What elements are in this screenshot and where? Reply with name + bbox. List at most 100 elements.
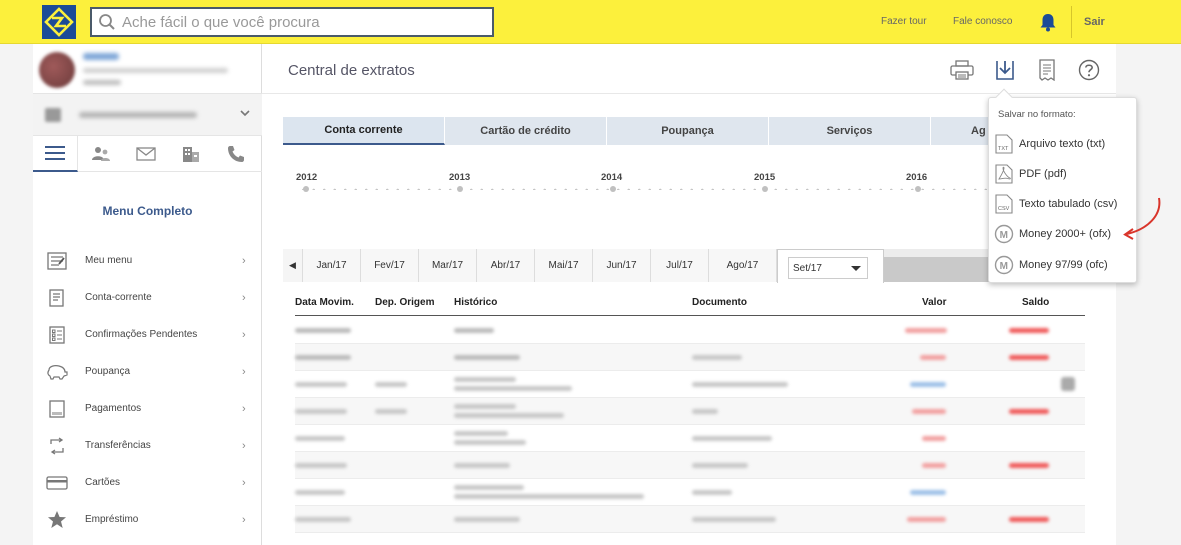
search-input[interactable] — [122, 13, 492, 31]
month-tab-selected[interactable]: Set/17 — [777, 249, 884, 283]
export-pdf-option[interactable]: PDF (pdf) — [989, 159, 1138, 189]
sidebar-item-label: Meu menu — [85, 255, 133, 266]
tab-conta-corrente[interactable]: Conta corrente — [283, 117, 445, 145]
month-tab[interactable]: Abr/17 — [477, 249, 535, 282]
year-label[interactable]: 2014 — [601, 172, 622, 183]
sidebar-item-poupanca[interactable]: Poupança › — [33, 353, 262, 390]
export-option-label: PDF (pdf) — [1019, 168, 1067, 180]
redacted-cell — [692, 409, 718, 414]
receipt-icon[interactable] — [1035, 58, 1059, 82]
hamburger-menu-icon[interactable] — [33, 136, 78, 172]
search-box[interactable] — [90, 7, 494, 37]
year-marker[interactable] — [303, 186, 309, 192]
redacted-cell — [295, 328, 351, 333]
table-row[interactable] — [295, 425, 1085, 452]
table-row[interactable] — [295, 479, 1085, 506]
tab-servicos[interactable]: Serviços — [769, 117, 931, 145]
bank-logo[interactable] — [42, 5, 76, 39]
phone-icon[interactable] — [213, 136, 258, 172]
bank-building-icon — [45, 108, 61, 122]
redacted-cell — [454, 494, 644, 499]
statement-tabs: Conta corrente Cartão de crédito Poupanç… — [283, 117, 1001, 145]
sidebar-item-confirmacoes[interactable]: Confirmações Pendentes › — [33, 316, 262, 353]
month-tab[interactable]: Ago/17 — [709, 249, 777, 282]
printer-icon[interactable] — [950, 58, 974, 82]
table-row[interactable] — [295, 371, 1085, 398]
timeline-track[interactable] — [298, 188, 998, 190]
sidebar-item-pagamentos[interactable]: Pagamentos › — [33, 390, 262, 427]
export-csv-option[interactable]: CSV Texto tabulado (csv) — [989, 189, 1138, 219]
export-ofc-option[interactable]: M Money 97/99 (ofc) — [989, 250, 1138, 280]
redacted-cell — [375, 382, 407, 387]
sidebar-item-meu-menu[interactable]: Meu menu › — [33, 242, 262, 279]
year-label[interactable]: 2016 — [906, 172, 927, 183]
bell-icon[interactable] — [1039, 12, 1057, 37]
redacted-cell — [1009, 517, 1049, 522]
redacted-cell — [454, 463, 510, 468]
account-selector[interactable] — [33, 94, 262, 136]
month-dropdown[interactable]: Set/17 — [788, 257, 868, 279]
redacted-cell — [1009, 328, 1049, 333]
redacted-cell — [454, 355, 520, 360]
export-option-label: Texto tabulado (csv) — [1019, 198, 1118, 210]
export-option-label: Money 2000+ (ofx) — [1019, 228, 1112, 240]
user-profile[interactable] — [33, 44, 262, 94]
branch-building-icon[interactable] — [168, 136, 213, 172]
redacted-cell — [692, 490, 732, 495]
table-row[interactable] — [295, 398, 1085, 425]
sidebar-item-cartoes[interactable]: Cartões › — [33, 464, 262, 501]
table-row[interactable] — [295, 452, 1085, 479]
month-tab[interactable]: Jul/17 — [651, 249, 709, 282]
redacted-cell — [295, 517, 351, 522]
sidebar-item-label: Confirmações Pendentes — [85, 329, 198, 340]
tour-link[interactable]: Fazer tour — [881, 16, 927, 27]
money-m-icon: M — [989, 255, 1019, 275]
chevron-down-icon[interactable] — [239, 106, 251, 122]
export-txt-option[interactable]: TXT Arquivo texto (txt) — [989, 129, 1138, 159]
col-header: Saldo — [1022, 297, 1050, 308]
download-icon[interactable] — [993, 58, 1017, 82]
tab-cartao-credito[interactable]: Cartão de crédito — [445, 117, 607, 145]
contacts-icon[interactable] — [78, 136, 123, 172]
redacted-cell — [295, 355, 351, 360]
help-icon[interactable] — [1077, 58, 1101, 82]
tab-poupanca[interactable]: Poupança — [607, 117, 769, 145]
redacted-icon — [1061, 377, 1075, 391]
transfer-icon — [33, 436, 81, 455]
month-tab[interactable]: Jun/17 — [593, 249, 651, 282]
redacted-cell — [910, 490, 946, 495]
annotation-arrow — [1123, 197, 1161, 240]
year-label[interactable]: 2013 — [449, 172, 470, 183]
month-tab[interactable]: Mar/17 — [419, 249, 477, 282]
table-row[interactable] — [295, 506, 1085, 533]
export-ofx-option[interactable]: M Money 2000+ (ofx) — [989, 219, 1138, 249]
sidebar-item-transferencias[interactable]: Transferências › — [33, 427, 262, 464]
sidebar-item-label: Empréstimo — [85, 514, 139, 525]
year-marker[interactable] — [915, 186, 921, 192]
month-tab[interactable]: Fev/17 — [361, 249, 419, 282]
redacted-info — [83, 80, 121, 85]
sidebar-item-label: Transferências — [85, 440, 151, 451]
col-header: Data Movim. — [295, 297, 354, 308]
month-prev-button[interactable]: ◀ — [283, 249, 303, 282]
sidebar-item-conta-corrente[interactable]: Conta-corrente › — [33, 279, 262, 316]
contact-link[interactable]: Fale conosco — [953, 16, 1012, 27]
redacted-cell — [295, 490, 345, 495]
redacted-cell — [922, 463, 946, 468]
redacted-cell — [454, 386, 572, 391]
year-label[interactable]: 2012 — [296, 172, 317, 183]
table-row[interactable] — [295, 344, 1085, 371]
sidebar-item-emprestimo[interactable]: Empréstimo › — [33, 501, 262, 538]
year-marker[interactable] — [762, 186, 768, 192]
table-row[interactable] — [295, 317, 1085, 344]
mail-icon[interactable] — [123, 136, 168, 172]
chevron-right-icon: › — [242, 328, 246, 341]
year-marker[interactable] — [457, 186, 463, 192]
year-marker[interactable] — [610, 186, 616, 192]
month-tab[interactable]: Jan/17 — [303, 249, 361, 282]
redacted-cell — [912, 409, 946, 414]
year-label[interactable]: 2015 — [754, 172, 775, 183]
sidebar: Menu Completo Meu menu › Conta-corrente … — [33, 44, 262, 545]
logout-link[interactable]: Sair — [1084, 16, 1105, 28]
month-tab[interactable]: Mai/17 — [535, 249, 593, 282]
